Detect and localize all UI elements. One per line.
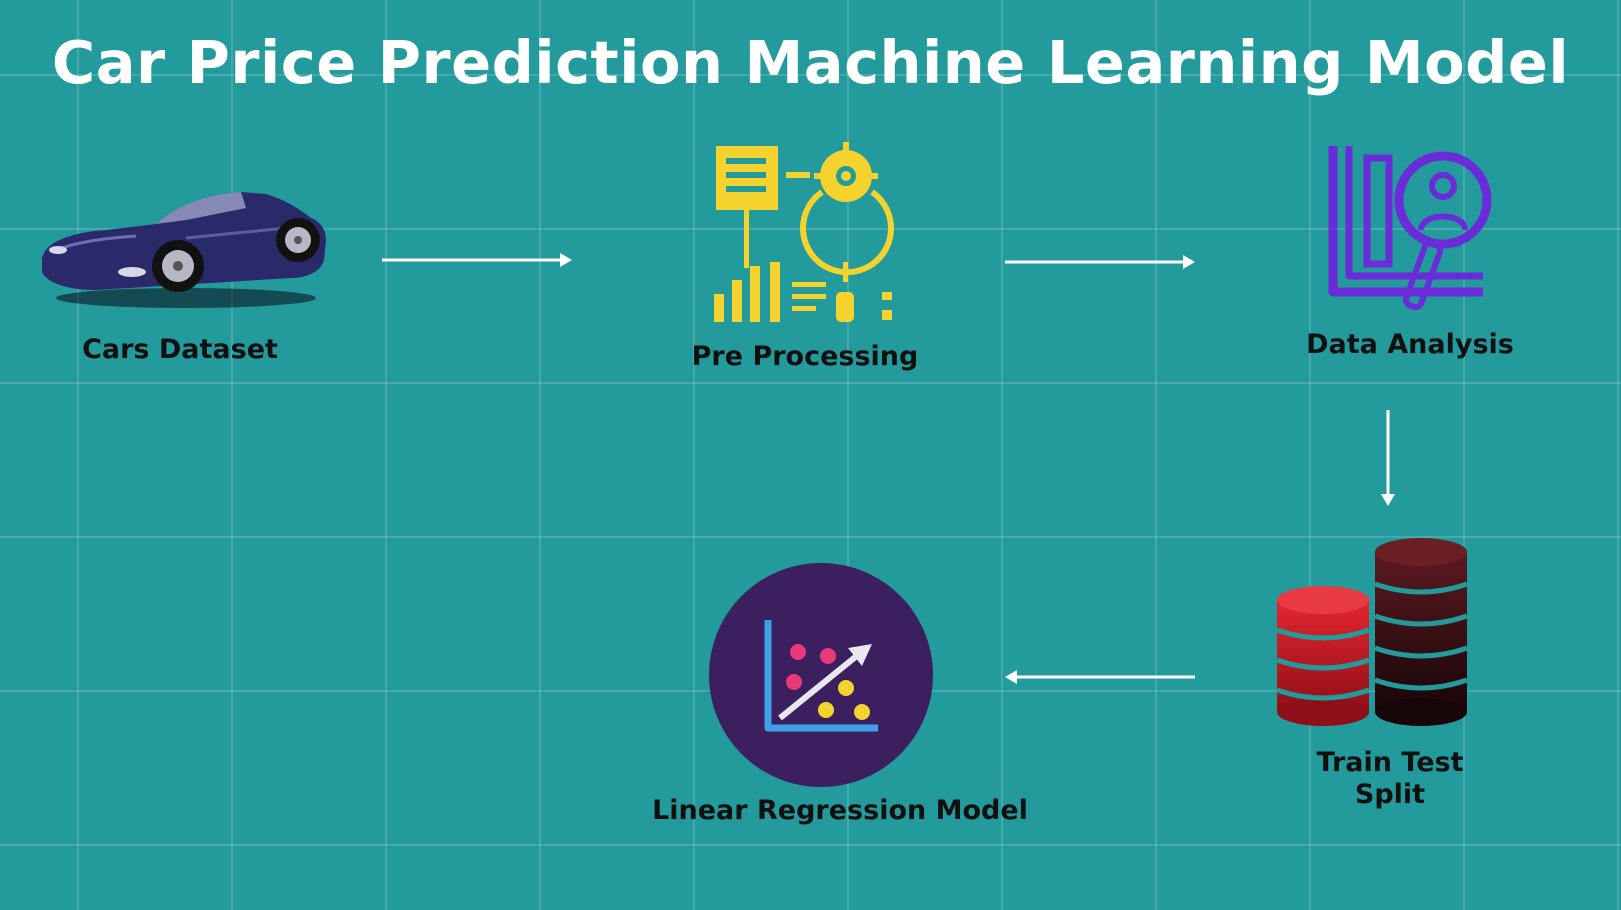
database-stack-icon	[1276, 538, 1468, 726]
data-analysis-label: Data Analysis	[1306, 329, 1514, 360]
arrow-analysis-to-split	[1381, 410, 1395, 506]
pre-processing-label: Pre Processing	[691, 341, 919, 372]
train-test-split-label-line1: Train Test	[1316, 747, 1464, 778]
arrow-preprocessing-to-analysis	[1005, 255, 1195, 269]
scatter-plot-icon	[709, 563, 933, 787]
arrow-cars-to-preprocessing	[382, 253, 572, 267]
document-gear-icon	[714, 142, 894, 322]
train-test-split-label-line2: Split	[1354, 779, 1426, 810]
arrow-split-to-regression	[1005, 670, 1195, 684]
cars-dataset-label: Cars Dataset	[82, 334, 278, 365]
linear-regression-label: Linear Regression Model	[652, 795, 1028, 826]
diagram-title: Car Price Prediction Machine Learning Mo…	[51, 28, 1570, 97]
analysis-magnifier-icon	[1328, 146, 1492, 311]
car-icon	[42, 192, 326, 308]
